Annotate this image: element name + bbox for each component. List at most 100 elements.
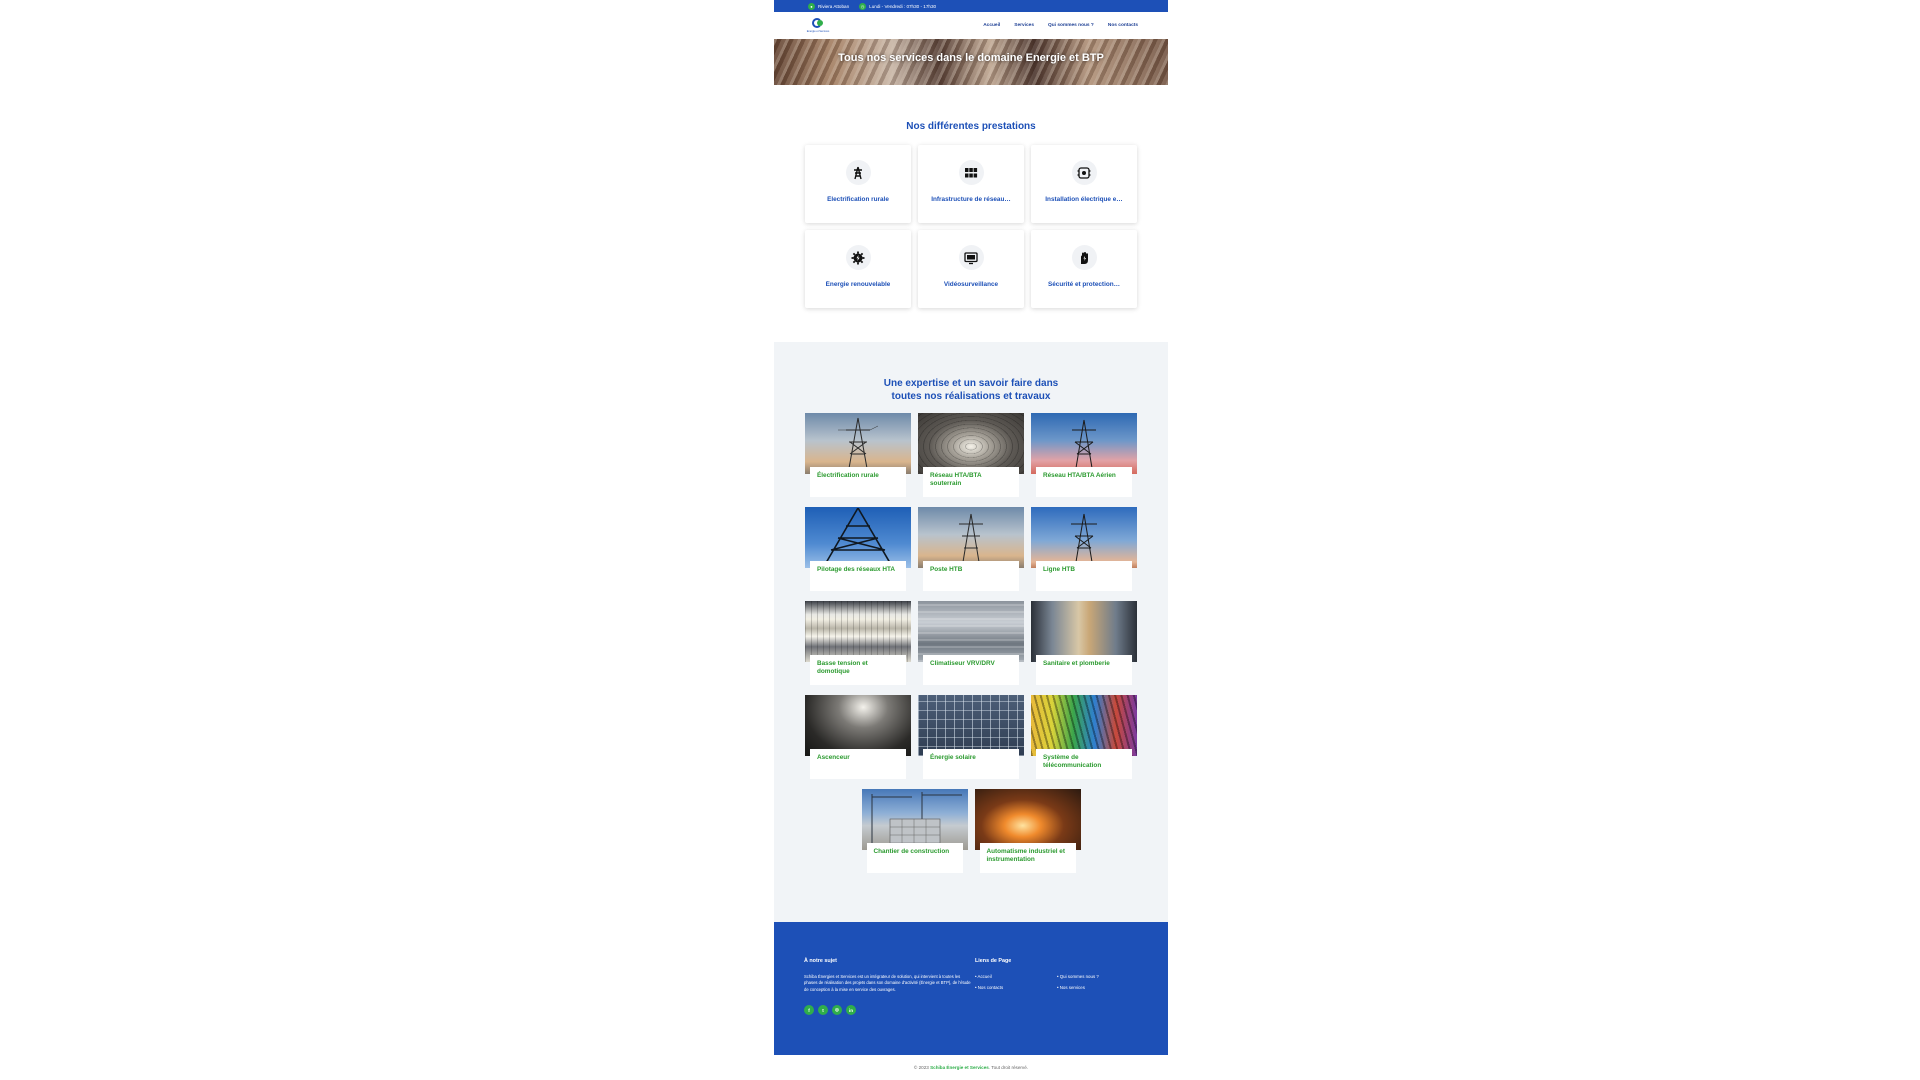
logo-mark-icon [811,18,825,29]
project-image [1031,695,1137,756]
twitter-icon[interactable]: t [818,1005,828,1016]
hand-shield-icon [1071,245,1097,270]
project-card[interactable]: Réseau HTA/BTA Aérien [1031,413,1137,499]
project-card[interactable]: Poste HTB [918,507,1024,593]
copyright-brand[interactable]: Schiba Énergie et Services [930,1065,989,1070]
project-card[interactable]: Électrification rurale [805,413,911,499]
project-card[interactable]: Basse tension et domotique [805,601,911,687]
project-image [805,601,911,662]
instagram-icon[interactable]: ◎ [832,1005,842,1016]
project-image [974,789,1081,850]
footer-link-nos-contacts[interactable]: • Nos contacts [975,985,1057,990]
prestation-card[interactable]: Énergie renouvelable [805,230,911,308]
project-card[interactable]: Sanitaire et plomberie [1031,601,1137,687]
logo-text: Energie et Services [806,30,830,33]
main-navbar: Energie et Services Accueil Services Qui… [774,12,1168,39]
copyright-suffix: . Tout droit réservé. [988,1065,1029,1070]
project-image [1031,413,1137,474]
project-image [918,601,1024,662]
electrical-installation-icon [1071,160,1097,185]
clock-icon: ◷ [859,2,867,10]
prestation-label: Énergie renouvelable [825,281,891,288]
project-card[interactable]: Ascenceur [805,695,911,781]
network-infrastructure-icon [958,160,984,185]
project-label: Réseau HTA/BTA Aérien [1036,467,1132,497]
nav-link-accueil[interactable]: Accueil [983,23,1000,28]
prestation-label: Électrification rurale [827,196,889,203]
nav-link-services[interactable]: Services [1014,23,1034,28]
project-card[interactable]: Chantier de construction [861,789,968,875]
footer-link-qui-sommes-nous[interactable]: • Qui sommes nous ? [1057,974,1139,979]
expertise-title: Une expertise et un savoir faire dans to… [883,378,1059,402]
copyright: © 2023 Schiba Énergie et Services. Tout … [774,1065,1168,1070]
prestation-label: Installation électrique e… [1045,196,1123,203]
copyright-prefix: © 2023 [913,1065,929,1070]
nav-link-qui-sommes-nous[interactable]: Qui sommes nous ? [1048,23,1094,28]
project-label: Énergie solaire [923,749,1019,779]
prestation-card[interactable]: Vidéosurveillance [918,230,1024,308]
location-text: Riviera Attoban [818,3,850,9]
project-card[interactable]: Système de télécommunication [1031,695,1137,781]
location-pin-icon: ● [808,2,815,10]
project-card[interactable]: Climatiseur VRV/DRV [918,601,1024,687]
facebook-icon[interactable]: f [804,1005,814,1016]
expertise-section: Une expertise et un savoir faire dans to… [774,342,1168,922]
social-links: f t ◎ in [804,1005,972,1016]
project-card[interactable]: Énergie solaire [918,695,1024,781]
prestation-card[interactable]: Sécurité et protection… [1031,230,1137,308]
footer-about-text: Schiba Énergies et Services est un intég… [804,974,971,992]
power-tower-icon [845,160,871,185]
monitor-icon [958,245,984,270]
logo[interactable]: Energie et Services [804,18,832,33]
project-image [918,507,1024,568]
project-label: Système de télécommunication [1036,749,1132,779]
project-card[interactable]: Réseau HTA/BTA souterrain [918,413,1024,499]
project-label: Pilotage des réseaux HTA [810,561,906,591]
footer: À notre sujet Schiba Énergies et Service… [774,922,1168,1055]
prestation-label: Infrastructure de réseau… [931,196,1011,203]
prestation-label: Vidéosurveillance [943,281,999,288]
prestation-card[interactable]: Infrastructure de réseau… [918,145,1024,223]
project-card[interactable]: Automatisme industriel et instrumentatio… [974,789,1081,875]
project-image [805,695,911,756]
footer-link-nos-services[interactable]: • Nos services [1057,985,1139,990]
hero-title: Tous nos services dans le domaine Energi… [838,52,1104,64]
project-label: Électrification rurale [810,467,906,497]
project-label: Automatisme industriel et instrumentatio… [979,843,1076,873]
nav-link-nos-contacts[interactable]: Nos contacts [1108,23,1138,28]
linkedin-icon[interactable]: in [846,1005,856,1016]
location-info: ● Riviera Attoban [808,2,850,10]
hero-banner: Tous nos services dans le domaine Energi… [774,39,1168,85]
prestation-card[interactable]: Électrification rurale [805,145,911,223]
project-image [918,413,1024,474]
hours-text: Lundi - Vendredi : 07h30 - 17h30 [869,3,937,9]
nav-menu: Accueil Services Qui sommes nous ? Nos c… [983,23,1138,28]
prestations-title: Nos différentes prestations [906,121,1036,132]
footer-links: Liens de Page • Accueil • Qui sommes nou… [975,958,1139,1055]
footer-about: À notre sujet Schiba Énergies et Service… [804,958,972,1055]
project-label: Basse tension et domotique [810,655,906,685]
footer-links-list: • Accueil • Qui sommes nous ? • Nos cont… [975,974,1139,990]
top-bar: ● Riviera Attoban ◷ Lundi - Vendredi : 0… [774,0,1168,12]
project-image [861,789,968,850]
project-image [918,695,1024,756]
expertise-grid: Électrification rurale Réseau HTA/BTA so… [774,413,1168,781]
project-label: Poste HTB [923,561,1019,591]
project-label: Ascenceur [810,749,906,779]
prestations-grid: Électrification rurale Infrastructure de… [774,145,1168,308]
footer-about-title: À notre sujet [804,958,837,964]
project-label: Climatiseur VRV/DRV [923,655,1019,685]
project-label: Réseau HTA/BTA souterrain [923,467,1019,497]
page: ● Riviera Attoban ◷ Lundi - Vendredi : 0… [774,0,1168,1080]
footer-link-accueil[interactable]: • Accueil [975,974,1057,979]
project-card[interactable]: Ligne HTB [1031,507,1137,593]
footer-links-title: Liens de Page [975,958,1012,964]
project-card[interactable]: Pilotage des réseaux HTA [805,507,911,593]
project-image [805,507,911,568]
project-image [1031,507,1137,568]
project-image [1031,601,1137,662]
prestation-card[interactable]: Installation électrique e… [1031,145,1137,223]
prestation-label: Sécurité et protection… [1047,281,1121,288]
hours-info: ◷ Lundi - Vendredi : 07h30 - 17h30 [859,2,937,10]
renewable-gear-icon [845,245,871,270]
